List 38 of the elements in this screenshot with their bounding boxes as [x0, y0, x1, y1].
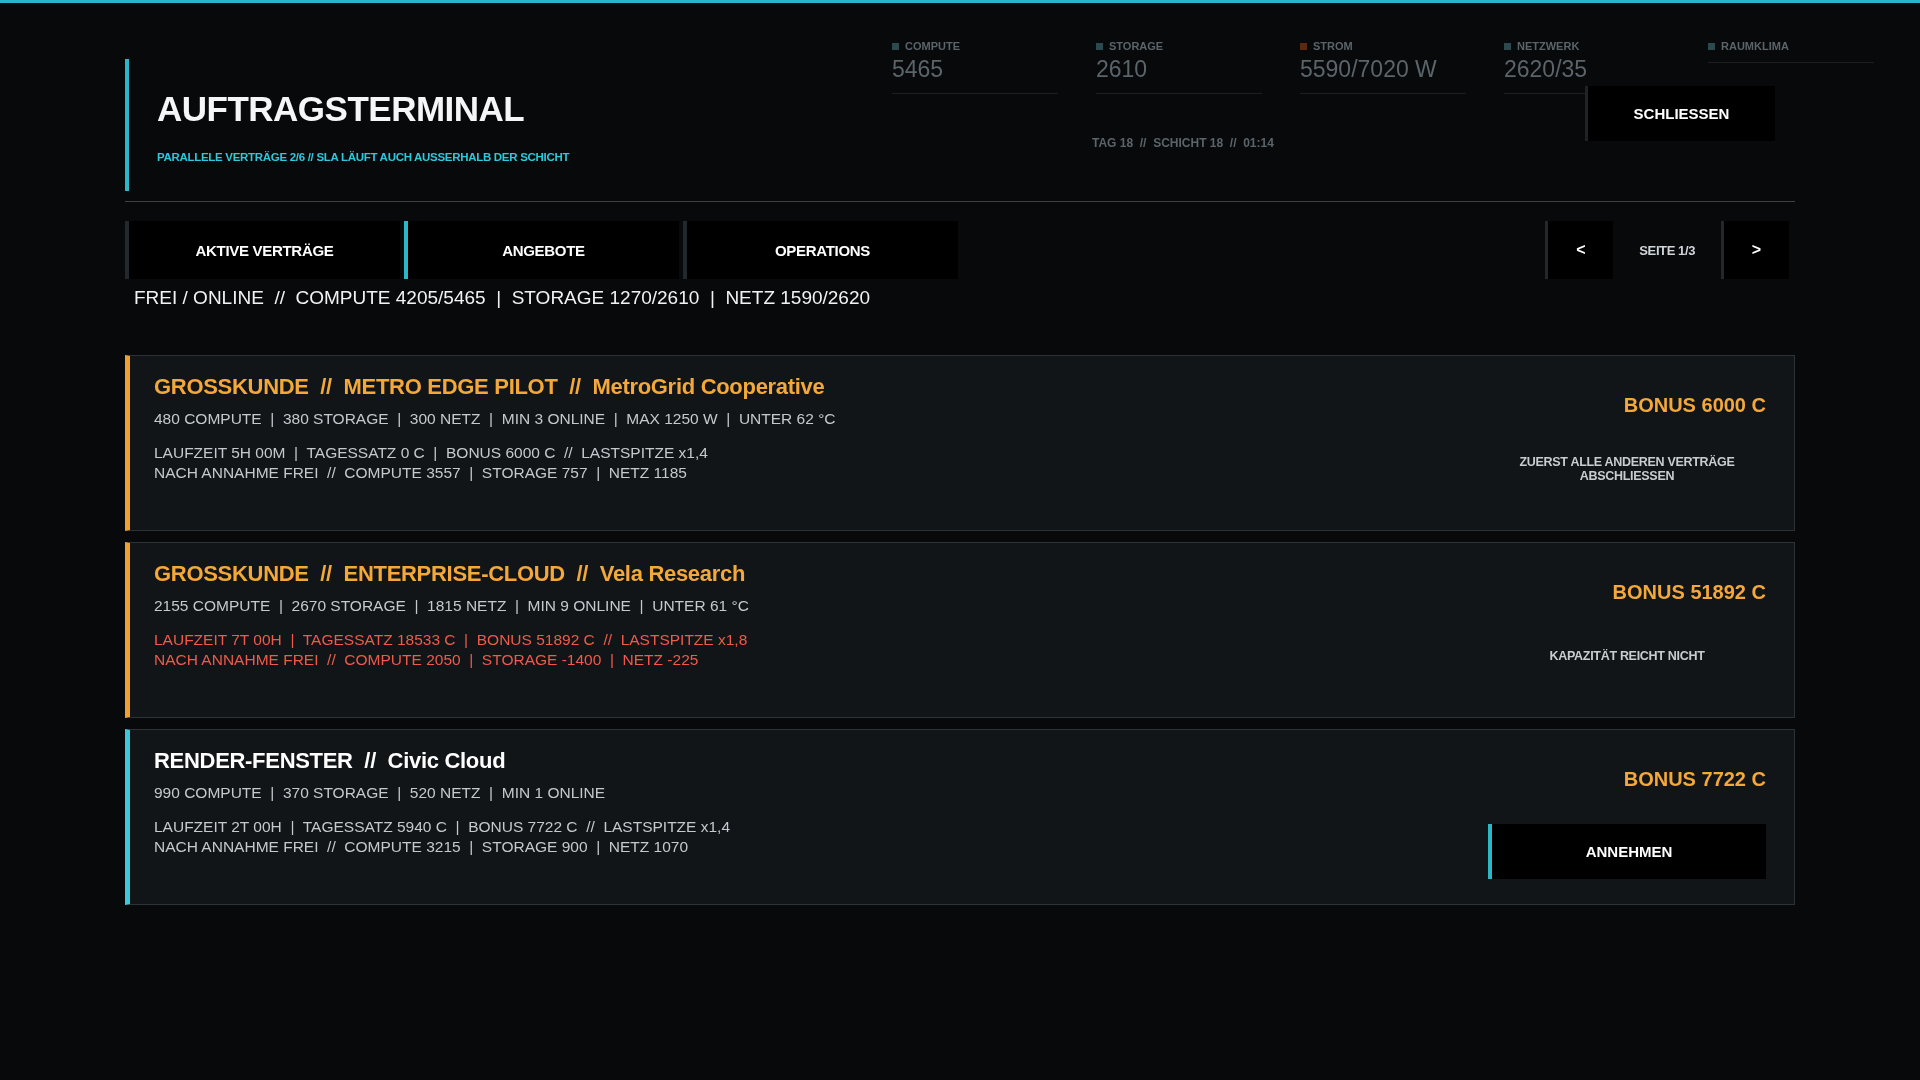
stat-value: 5590/7020 W — [1300, 56, 1438, 83]
contract-terms: LAUFZEIT 2T 00H | TAGESSATZ 5940 C | BONUS 7722 C // LASTSPITZE x1,4 — [154, 818, 730, 836]
stat-label: STORAGE — [1109, 40, 1164, 52]
contract-terms: LAUFZEIT 5H 00M | TAGESSATZ 0 C | BONUS 6000 C // LASTSPITZE x1,4 — [154, 444, 709, 462]
page-title: AUFTRAGSTERMINAL — [157, 89, 526, 129]
stat-label: COMPUTE — [905, 40, 960, 52]
tab[interactable]: ANGEBOTE — [404, 221, 679, 279]
stat-label: RAUMKLIMA — [1721, 40, 1789, 52]
status-note: KAPAZITÄT REICHT NICHT — [1549, 648, 1705, 663]
contract-title: RENDER-FENSTER // Civic Cloud — [154, 748, 507, 774]
contract-title: GROSSKUNDE // ENTERPRISE-CLOUD // Vela Research — [154, 561, 747, 587]
tab[interactable]: AKTIVE VERTRÄGE — [125, 221, 400, 279]
accept-button[interactable]: ANNEHMEN — [1488, 824, 1766, 879]
stat-label: NETZWERK — [1517, 40, 1580, 52]
page-indicator: SEITE 1/3 — [1638, 242, 1696, 258]
shift-clock: TAG 18 // SCHICHT 18 // 01:14 — [1092, 136, 1274, 150]
capacity-summary: FREI / ONLINE // COMPUTE 4205/5465 | STORAGE 1270/2610 | NETZ 1590/2620 — [134, 287, 872, 309]
contract-requirements: 480 COMPUTE | 380 STORAGE | 300 NETZ | MIN 3 ONLINE | MAX 1250 W | UNTER 62 °C — [154, 410, 836, 428]
bonus-amount: BONUS 7722 C — [1623, 768, 1766, 791]
previous-page-button[interactable]: < — [1545, 221, 1614, 279]
close-button[interactable]: SCHLIESSEN — [1585, 86, 1775, 141]
contract-requirements: 2155 COMPUTE | 2670 STORAGE | 1815 NETZ | MIN 9 ONLINE | UNTER 61 °C — [154, 597, 749, 615]
contract-terms: NACH ANNAHME FREI // COMPUTE 3215 | STORAGE 900 | NETZ 1070 — [154, 838, 690, 856]
stat-value: 5465 — [892, 56, 945, 83]
contract-title: GROSSKUNDE // METRO EDGE PILOT // MetroGrid Cooperative — [154, 374, 826, 400]
stat-value: 2620/35 — [1504, 56, 1589, 83]
contract-terms: NACH ANNAHME FREI // COMPUTE 3557 | STORAGE 757 | NETZ 1185 — [154, 464, 688, 482]
bonus-amount: BONUS 6000 C — [1623, 394, 1766, 417]
tab[interactable]: OPERATIONS — [683, 221, 958, 279]
next-page-button[interactable]: > — [1721, 221, 1789, 279]
contract-requirements: 990 COMPUTE | 370 STORAGE | 520 NETZ | MIN 1 ONLINE — [154, 784, 607, 802]
stat-value: 2610 — [1096, 56, 1149, 83]
page-subtitle: PARALLELE VERTRÄGE 2/6 // SLA LÄUFT AUCH AUSSERHALB DER SCHICHT — [157, 151, 571, 163]
contract-terms: NACH ANNAHME FREI // COMPUTE 2050 | STORAGE -1400 | NETZ -225 — [154, 651, 700, 669]
stat-label: STROM — [1313, 40, 1353, 52]
bonus-amount: BONUS 51892 C — [1612, 581, 1766, 604]
contract-terms: LAUFZEIT 7T 00H | TAGESSATZ 18533 C | BONUS 51892 C // LASTSPITZE x1,8 — [154, 631, 749, 649]
status-note: ZUERST ALLE ANDEREN VERTRÄGE ABSCHLIESSEN — [1518, 454, 1736, 483]
